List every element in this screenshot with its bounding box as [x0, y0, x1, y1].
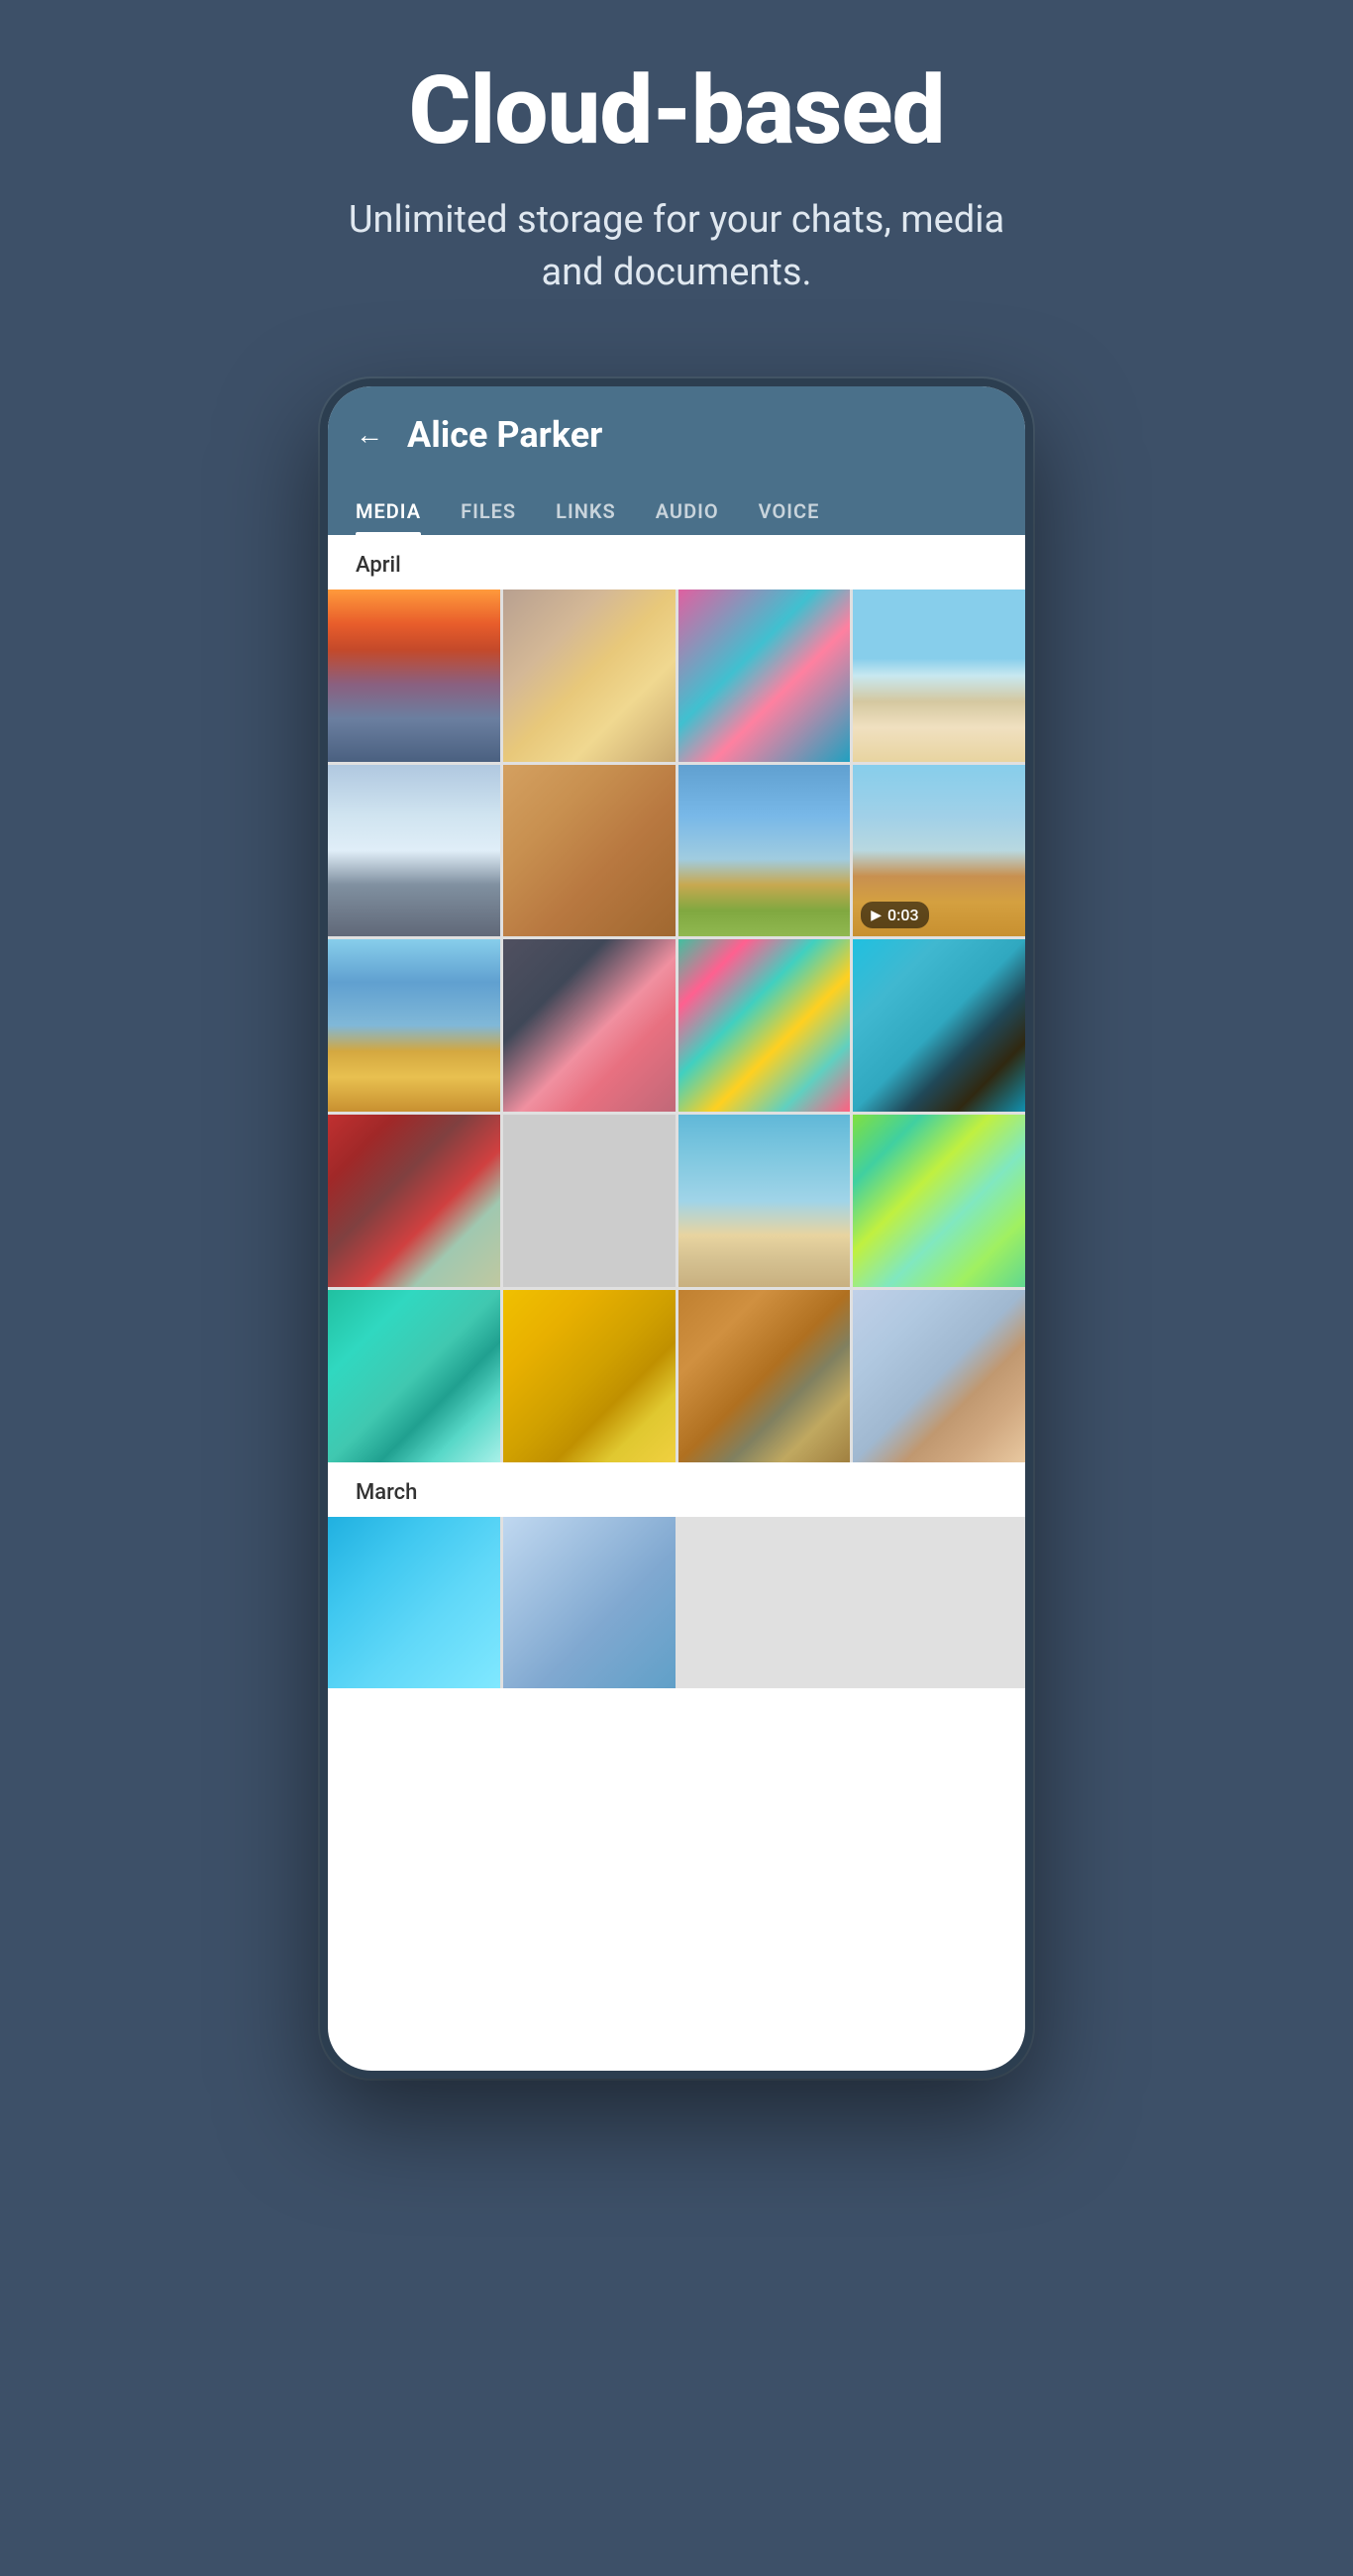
hero-subtitle: Unlimited storage for your chats, media … — [330, 194, 1023, 299]
list-item[interactable] — [853, 590, 1025, 762]
tab-links[interactable]: LINKS — [556, 487, 616, 535]
media-content: April ▶ 0:03 — [328, 535, 1025, 1689]
list-item[interactable] — [503, 590, 676, 762]
tab-media[interactable]: MEDIA — [356, 487, 421, 535]
list-item[interactable] — [678, 590, 851, 762]
list-item[interactable] — [503, 1517, 676, 1689]
video-duration: 0:03 — [887, 906, 919, 924]
list-item[interactable] — [853, 1115, 1025, 1287]
list-item[interactable] — [503, 1115, 676, 1287]
media-tabs: MEDIA FILES LINKS AUDIO VOICE — [356, 487, 997, 535]
list-item[interactable] — [328, 1115, 500, 1287]
section-march: March — [328, 1462, 1025, 1517]
list-item[interactable] — [678, 939, 851, 1112]
list-item[interactable] — [853, 1290, 1025, 1462]
list-item[interactable] — [678, 1290, 851, 1462]
photo-grid-april: ▶ 0:03 — [328, 590, 1025, 1462]
photo-grid-march — [328, 1517, 1025, 1689]
phone-screen: ← Alice Parker MEDIA FILES LINKS AUDIO V… — [328, 386, 1025, 2071]
list-item[interactable] — [503, 1290, 676, 1462]
list-item[interactable]: ▶ 0:03 — [853, 765, 1025, 937]
tab-voice[interactable]: VOICE — [759, 487, 820, 535]
phone-mockup: ← Alice Parker MEDIA FILES LINKS AUDIO V… — [320, 378, 1033, 2079]
list-item[interactable] — [328, 590, 500, 762]
hero-title: Cloud-based — [409, 59, 945, 164]
tab-audio[interactable]: AUDIO — [656, 487, 719, 535]
section-april: April — [328, 535, 1025, 590]
list-item[interactable] — [328, 765, 500, 937]
play-icon: ▶ — [871, 908, 882, 923]
list-item[interactable] — [328, 1517, 500, 1689]
back-button[interactable]: ← — [356, 421, 383, 449]
app-header: ← Alice Parker MEDIA FILES LINKS AUDIO V… — [328, 386, 1025, 535]
list-item[interactable] — [503, 939, 676, 1112]
video-duration-badge: ▶ 0:03 — [861, 902, 928, 928]
list-item[interactable] — [328, 939, 500, 1112]
list-item[interactable] — [678, 765, 851, 937]
list-item[interactable] — [328, 1290, 500, 1462]
chat-name: Alice Parker — [407, 414, 602, 456]
list-item[interactable] — [503, 765, 676, 937]
nav-bar: ← Alice Parker — [356, 414, 997, 456]
tab-files[interactable]: FILES — [461, 487, 516, 535]
list-item[interactable] — [853, 939, 1025, 1112]
list-item[interactable] — [678, 1115, 851, 1287]
